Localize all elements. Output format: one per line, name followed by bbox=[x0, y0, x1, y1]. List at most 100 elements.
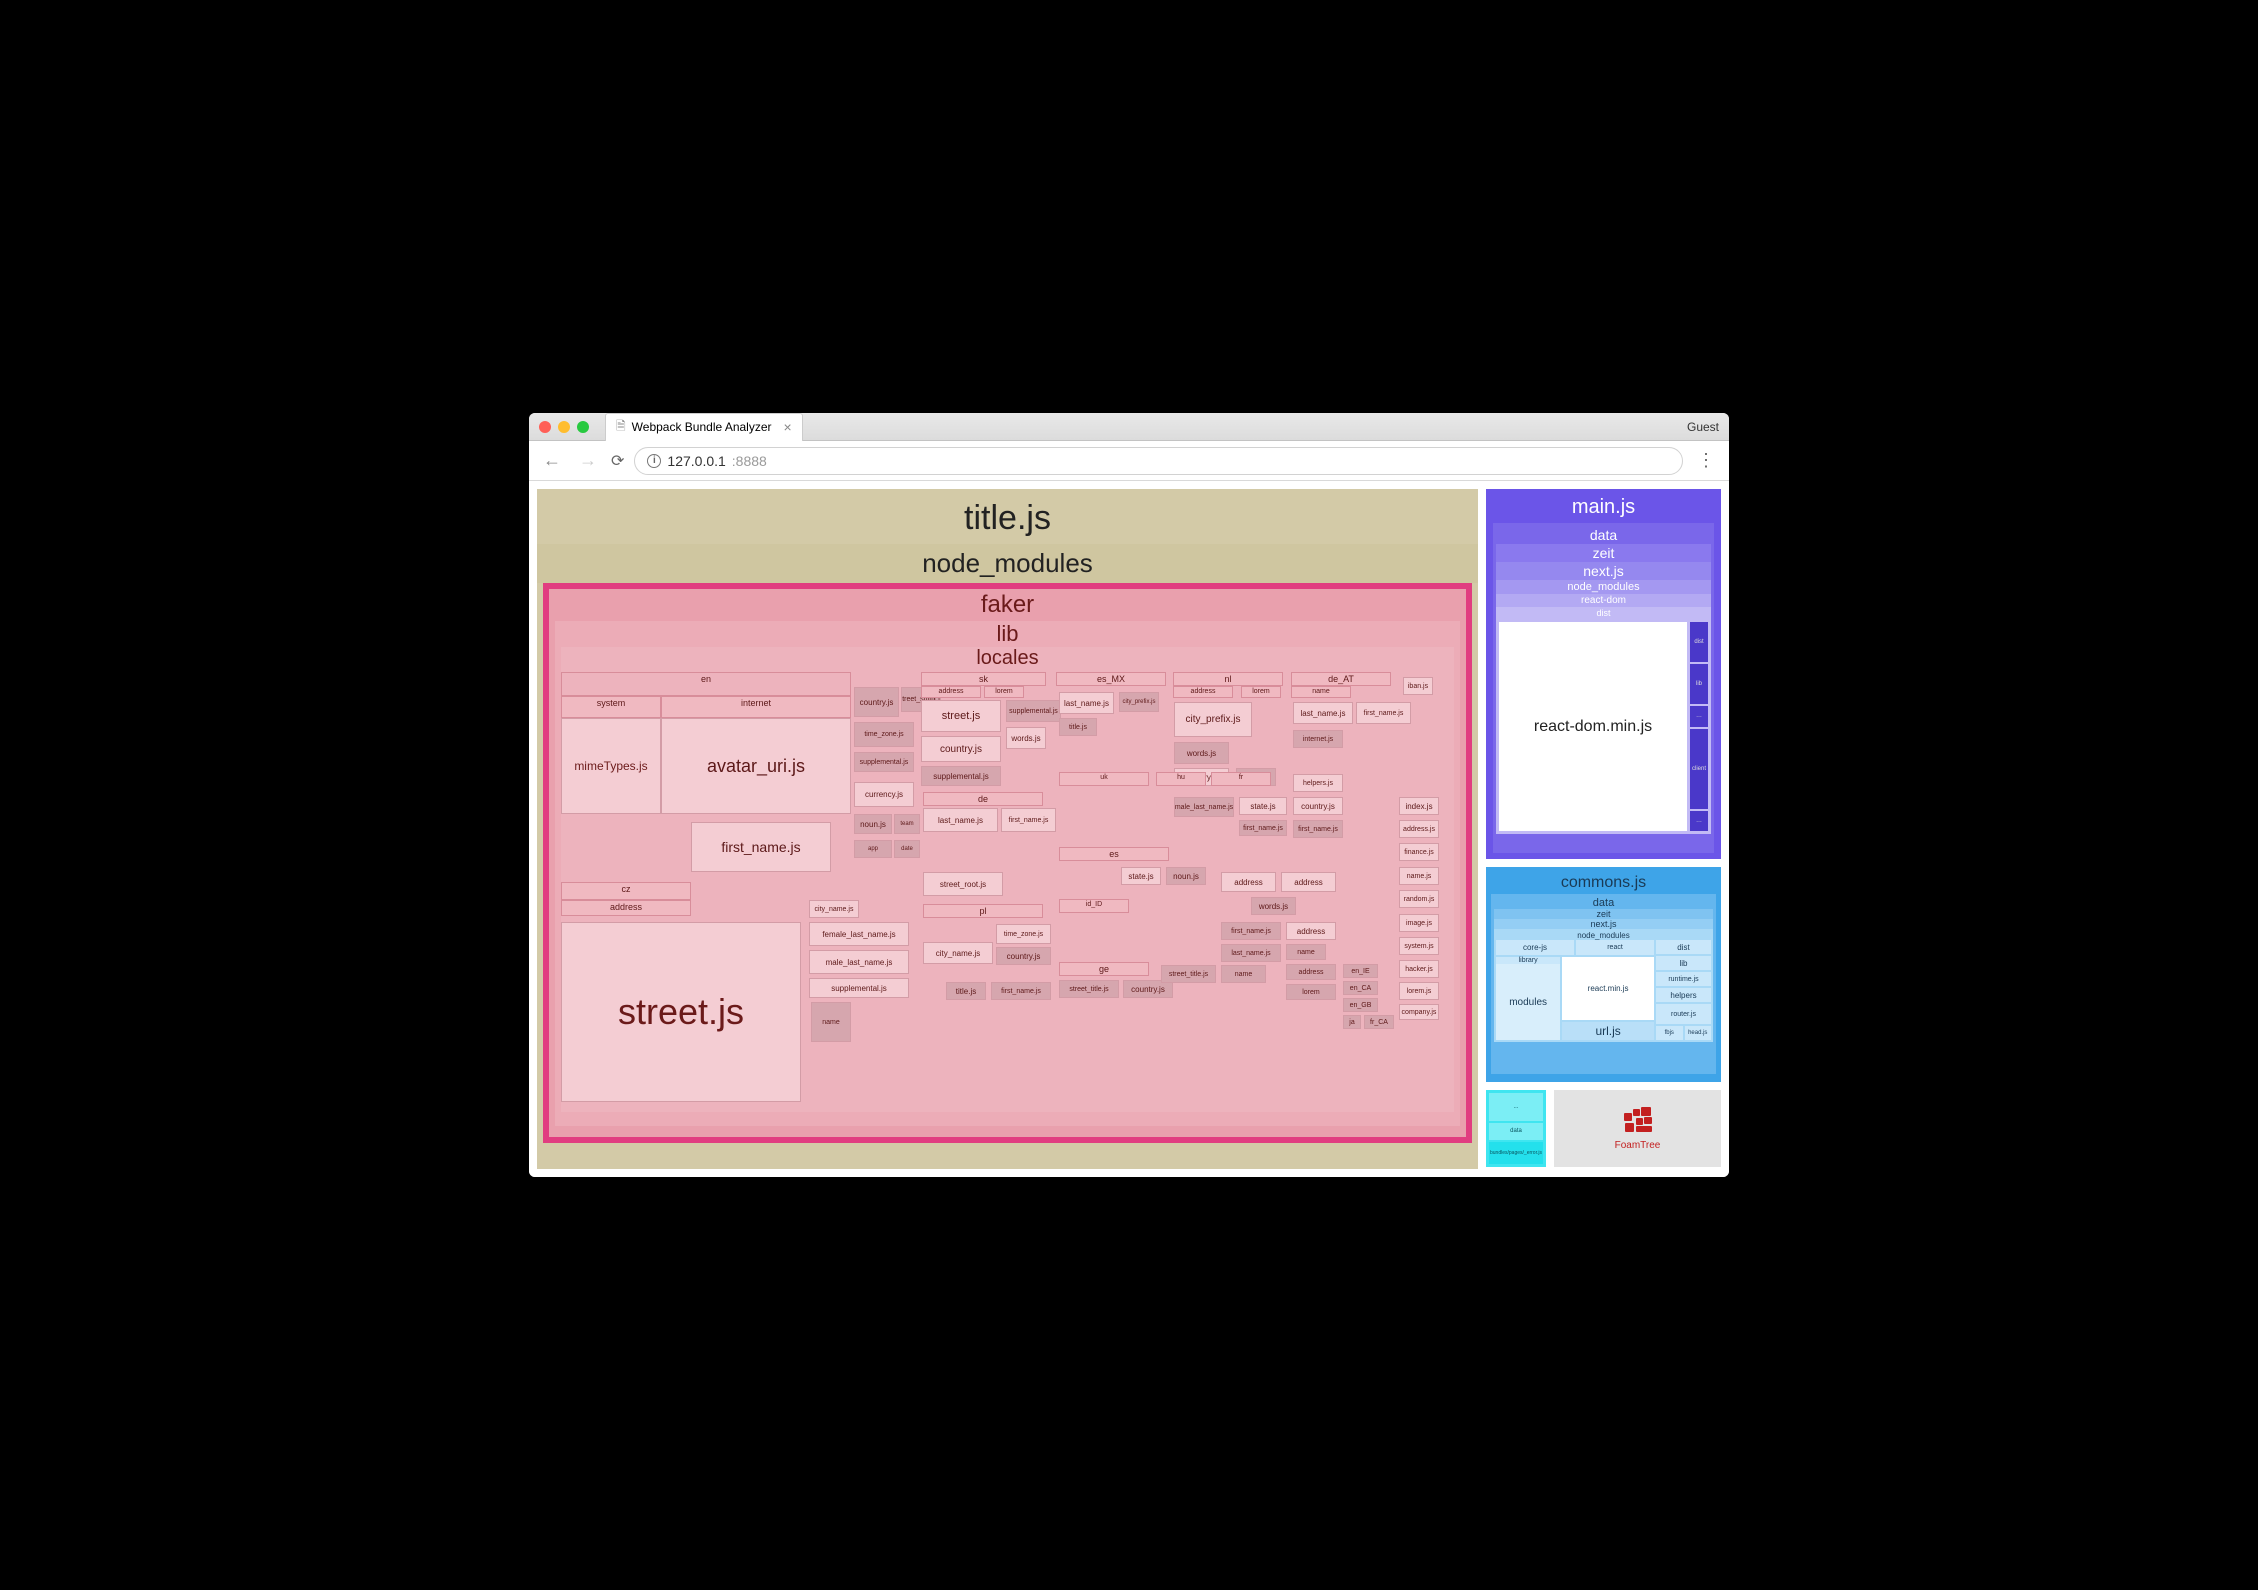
file-finance[interactable]: finance.js bbox=[1399, 843, 1439, 861]
file-male-last-name[interactable]: male_last_name.js bbox=[809, 950, 909, 974]
locale-de-at[interactable]: de_AT bbox=[1328, 674, 1354, 684]
locale-cz[interactable]: cz bbox=[622, 884, 631, 894]
main-side-dots2[interactable]: … bbox=[1690, 811, 1708, 831]
locale-en-GB[interactable]: en_GB bbox=[1343, 998, 1378, 1012]
file-url[interactable]: url.js bbox=[1562, 1022, 1654, 1040]
main-side-lib[interactable]: lib bbox=[1690, 664, 1708, 704]
group-lorem-nl[interactable]: lorem bbox=[1252, 688, 1270, 695]
group-address-6[interactable]: address bbox=[1286, 964, 1336, 980]
main-next[interactable]: next.js bbox=[1496, 562, 1711, 580]
file-city-name-cz[interactable]: city_name.js bbox=[809, 900, 859, 918]
lib-group[interactable]: lib locales en system internet mimeTypes… bbox=[555, 621, 1460, 1126]
file-female-last-name[interactable]: female_last_name.js bbox=[809, 922, 909, 946]
file-first-name-fr[interactable]: first_name.js bbox=[1239, 820, 1287, 836]
locale-id-ID[interactable]: id_ID bbox=[1086, 901, 1102, 908]
group-address-4[interactable]: address bbox=[1281, 872, 1336, 892]
file-title-mx[interactable]: title.js bbox=[1059, 718, 1097, 736]
commons-react[interactable]: react bbox=[1576, 940, 1654, 955]
commons-router[interactable]: router.js bbox=[1656, 1004, 1711, 1024]
group-name-at[interactable]: name bbox=[1312, 688, 1330, 695]
locale-pl[interactable]: pl bbox=[979, 906, 986, 916]
group-internet[interactable]: internet bbox=[741, 698, 771, 708]
commons-runtime[interactable]: runtime.js bbox=[1656, 972, 1711, 986]
bundle-index[interactable]: title.js node_modules faker lib locales … bbox=[537, 489, 1478, 1169]
forward-button[interactable]: → bbox=[575, 450, 601, 471]
profile-label[interactable]: Guest bbox=[1687, 420, 1719, 434]
commons-zeit[interactable]: zeit bbox=[1494, 909, 1713, 919]
file-last-name-at[interactable]: last_name.js bbox=[1293, 702, 1353, 724]
locale-en-IE[interactable]: en_IE bbox=[1343, 964, 1378, 978]
file-male-last2[interactable]: male_last_name.js bbox=[1174, 797, 1234, 817]
file-time-zone[interactable]: time_zone.js bbox=[854, 722, 914, 747]
file-supplemental-1[interactable]: supplemental.js bbox=[809, 978, 909, 998]
file-avatar-uri[interactable]: avatar_uri.js bbox=[661, 718, 851, 814]
file-street-root[interactable]: street_root.js bbox=[923, 872, 1003, 896]
locale-ja[interactable]: ja bbox=[1343, 1015, 1361, 1029]
file-image[interactable]: image.js bbox=[1399, 914, 1439, 932]
group-lorem-sm[interactable]: lorem bbox=[1286, 984, 1336, 1000]
commons-lib[interactable]: lib bbox=[1656, 956, 1711, 970]
commons-modules[interactable]: modules bbox=[1496, 964, 1560, 1040]
file-address-sm[interactable]: address.js bbox=[1399, 820, 1439, 838]
group-address-5[interactable]: address bbox=[1286, 922, 1336, 940]
file-state-es[interactable]: state.js bbox=[1121, 867, 1161, 885]
file-state[interactable]: state.js bbox=[1239, 797, 1287, 815]
file-first-name-at[interactable]: first_name.js bbox=[1356, 702, 1411, 724]
reload-button[interactable]: ⟳ bbox=[611, 451, 624, 471]
file-currency[interactable]: currency.js bbox=[854, 782, 914, 807]
menu-button[interactable]: ⋮ bbox=[1693, 450, 1719, 471]
file-index-sm[interactable]: index.js bbox=[1399, 797, 1439, 815]
file-first-name-de[interactable]: first_name.js bbox=[1001, 808, 1056, 832]
locale-sk[interactable]: sk bbox=[979, 674, 988, 684]
file-lorem[interactable]: lorem.js bbox=[1399, 982, 1439, 1000]
file-supplemental-2[interactable]: supplemental.js bbox=[854, 752, 914, 772]
commons-data[interactable]: data bbox=[1494, 897, 1713, 909]
back-button[interactable]: ← bbox=[539, 450, 565, 471]
main-react-dom[interactable]: react-dom bbox=[1496, 594, 1711, 607]
main-side-dots[interactable]: … bbox=[1690, 706, 1708, 726]
minimize-window-button[interactable] bbox=[558, 421, 570, 433]
locale-nl[interactable]: nl bbox=[1224, 674, 1231, 684]
group-lorem-sk[interactable]: lorem bbox=[995, 688, 1013, 695]
file-first-name-3[interactable]: first_name.js bbox=[1221, 922, 1281, 940]
file-words-2[interactable]: words.js bbox=[1251, 897, 1296, 915]
file-first-name-pl[interactable]: first_name.js bbox=[991, 982, 1051, 1000]
file-name-sm[interactable]: name.js bbox=[1399, 867, 1439, 885]
locale-uk[interactable]: uk bbox=[1100, 774, 1107, 781]
commons-helpers[interactable]: helpers bbox=[1656, 988, 1711, 1002]
foamtree-logo[interactable]: FoamTree bbox=[1554, 1090, 1721, 1167]
main-side-client[interactable]: client bbox=[1690, 729, 1708, 809]
file-last-name-3[interactable]: last_name.js bbox=[1221, 944, 1281, 962]
file-city-prefix-mx2[interactable]: city_prefix.js bbox=[1119, 692, 1159, 712]
commons-library[interactable]: library bbox=[1519, 957, 1538, 964]
file-react-min[interactable]: react.min.js bbox=[1562, 957, 1654, 1020]
group-name-sm[interactable]: name bbox=[1286, 944, 1326, 960]
file-internet-at[interactable]: internet.js bbox=[1293, 730, 1343, 748]
file-company[interactable]: company.js bbox=[1399, 1004, 1439, 1020]
file-street-title-2[interactable]: street_title.js bbox=[1161, 965, 1216, 983]
file-words[interactable]: words.js bbox=[1006, 727, 1046, 749]
file-system[interactable]: system.js bbox=[1399, 937, 1439, 955]
file-iban[interactable]: iban.js bbox=[1403, 677, 1433, 695]
group-address-sk[interactable]: address bbox=[939, 688, 964, 695]
close-tab-icon[interactable]: × bbox=[784, 419, 792, 435]
file-helpers[interactable]: helpers.js bbox=[1293, 774, 1343, 792]
commons-head[interactable]: head.js bbox=[1685, 1026, 1712, 1040]
group-name-1[interactable]: name bbox=[811, 1002, 851, 1042]
group-system[interactable]: system bbox=[597, 698, 626, 708]
file-street[interactable]: street.js bbox=[561, 922, 801, 1102]
main-side-dist[interactable]: dist bbox=[1690, 622, 1708, 662]
site-info-icon[interactable]: i bbox=[647, 454, 661, 468]
bundle-commons[interactable]: commons.js data zeit next.js node_module… bbox=[1486, 867, 1721, 1082]
address-bar[interactable]: i 127.0.0.1:8888 bbox=[634, 447, 1683, 475]
file-title-pl[interactable]: title.js bbox=[946, 982, 986, 1000]
locale-fr[interactable]: fr bbox=[1239, 774, 1243, 781]
locale-en[interactable]: en bbox=[701, 674, 711, 684]
bundle-error[interactable]: ... data bundles/pages/_error.js bbox=[1486, 1090, 1546, 1167]
err-label[interactable]: bundles/pages/_error.js bbox=[1489, 1142, 1543, 1164]
file-hacker-app[interactable]: app bbox=[854, 840, 892, 858]
file-team[interactable]: team bbox=[894, 814, 920, 834]
err-dots[interactable]: ... bbox=[1489, 1093, 1543, 1121]
node-modules-group[interactable]: node_modules bbox=[537, 544, 1478, 583]
locale-de[interactable]: de bbox=[978, 794, 988, 804]
